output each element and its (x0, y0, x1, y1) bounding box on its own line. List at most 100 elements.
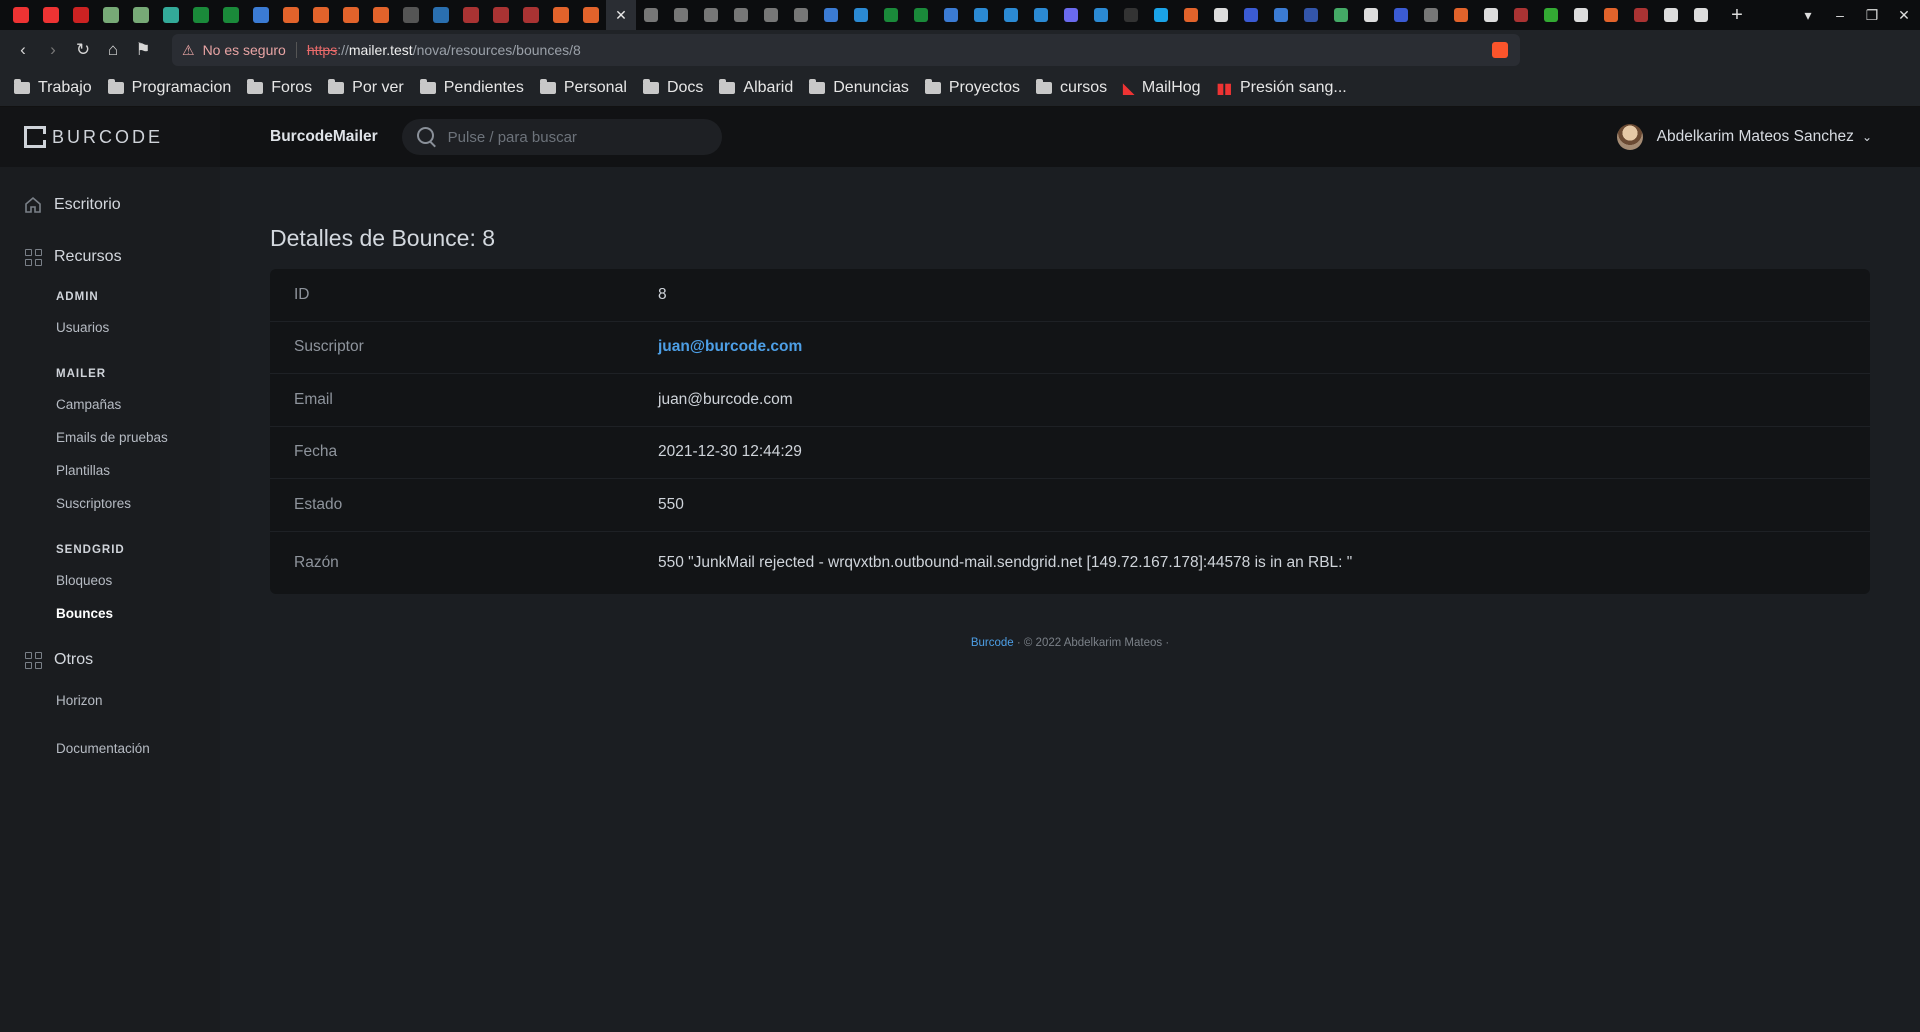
tab-favicon[interactable] (456, 0, 486, 30)
tab-favicon[interactable] (996, 0, 1026, 30)
tab-favicon[interactable] (66, 0, 96, 30)
tab-favicon[interactable] (1026, 0, 1056, 30)
home-icon[interactable]: ⌂ (98, 40, 128, 60)
close-window-icon[interactable]: ✕ (1888, 7, 1920, 24)
bookmark-item[interactable]: Pendientes (419, 79, 524, 97)
sidebar-item-plantillas[interactable]: Plantillas (0, 454, 220, 487)
bookmark-item[interactable]: Por ver (328, 79, 404, 97)
not-secure-label[interactable]: No es seguro (203, 42, 286, 58)
tab-favicon[interactable] (816, 0, 846, 30)
bookmark-item[interactable]: Albarid (719, 79, 793, 97)
tab-favicon[interactable] (876, 0, 906, 30)
tab-search-icon[interactable]: ▾ (1792, 7, 1824, 24)
tab-favicon[interactable] (756, 0, 786, 30)
bookmark-item[interactable]: ▮▮ Presión sang... (1217, 79, 1347, 97)
bookmark-item[interactable]: Denuncias (809, 79, 909, 97)
tab-favicon[interactable] (156, 0, 186, 30)
new-tab-icon[interactable]: + (1722, 4, 1752, 27)
tab-favicon[interactable] (666, 0, 696, 30)
tab-favicon[interactable] (216, 0, 246, 30)
bookmark-item[interactable]: Programacion (107, 79, 231, 97)
tab-favicon[interactable] (1206, 0, 1236, 30)
tab-favicon[interactable] (246, 0, 276, 30)
tab-favicon[interactable] (516, 0, 546, 30)
tab-favicon[interactable] (1356, 0, 1386, 30)
tab-favicon[interactable] (1386, 0, 1416, 30)
tab-favicon[interactable] (1506, 0, 1536, 30)
tab-favicon[interactable] (1626, 0, 1656, 30)
bookmark-item[interactable]: ◣ MailHog (1123, 79, 1200, 97)
sidebar-item-emails-de-pruebas[interactable]: Emails de pruebas (0, 421, 220, 454)
back-icon[interactable]: ‹ (8, 40, 38, 60)
bookmark-item[interactable]: Foros (247, 79, 312, 97)
tab-favicon[interactable] (1176, 0, 1206, 30)
tab-favicon[interactable] (1326, 0, 1356, 30)
tab-favicon[interactable] (396, 0, 426, 30)
tab-favicon[interactable] (846, 0, 876, 30)
tab-favicon[interactable] (1416, 0, 1446, 30)
tab-favicon[interactable] (1056, 0, 1086, 30)
tab-favicon[interactable] (486, 0, 516, 30)
global-search[interactable] (401, 119, 722, 155)
tab-favicon[interactable] (276, 0, 306, 30)
sidebar-item-suscriptores[interactable]: Suscriptores (0, 487, 220, 520)
sidebar-item-recursos[interactable]: Recursos (0, 231, 220, 283)
sidebar-item-documentacion[interactable]: Documentación (0, 732, 220, 765)
user-menu[interactable]: Abdelkarim Mateos Sanchez ⌄ (1616, 107, 1872, 167)
warning-icon[interactable]: ⚠ (182, 42, 195, 59)
tab-favicon[interactable] (1146, 0, 1176, 30)
tab-favicon[interactable] (366, 0, 396, 30)
sidebar-item-bounces[interactable]: Bounces (0, 597, 220, 630)
search-input[interactable] (445, 127, 710, 147)
bookmark-icon[interactable]: ⚑ (128, 40, 158, 60)
sidebar-item-usuarios[interactable]: Usuarios (0, 311, 220, 344)
subscriber-link[interactable]: juan@burcode.com (658, 338, 802, 356)
tab-favicon[interactable] (426, 0, 456, 30)
sidebar-item-bloqueos[interactable]: Bloqueos (0, 564, 220, 597)
sidebar-item-otros[interactable]: Otros (0, 634, 220, 686)
tab-favicon[interactable] (306, 0, 336, 30)
tab-favicon[interactable] (546, 0, 576, 30)
tab-favicon[interactable] (1566, 0, 1596, 30)
restore-icon[interactable]: ❐ (1856, 7, 1888, 24)
sidebar-item-horizon[interactable]: Horizon (0, 686, 220, 722)
tab-favicon[interactable] (936, 0, 966, 30)
reload-icon[interactable]: ↻ (68, 40, 98, 60)
bookmark-item[interactable]: Personal (539, 79, 627, 97)
tab-favicon[interactable] (1686, 0, 1716, 30)
tab-favicon[interactable] (1536, 0, 1566, 30)
footer-link[interactable]: Burcode (971, 637, 1014, 649)
tab-favicon[interactable] (1476, 0, 1506, 30)
url-field[interactable]: ⚠ No es seguro https://mailer.test/nova/… (172, 34, 1520, 66)
tab-favicon[interactable] (636, 0, 666, 30)
bookmark-item[interactable]: Docs (642, 79, 703, 97)
tab-favicon[interactable] (1296, 0, 1326, 30)
forward-icon[interactable]: › (38, 40, 68, 60)
tab-favicon[interactable] (1656, 0, 1686, 30)
tab-favicon[interactable] (36, 0, 66, 30)
active-tab-close-icon[interactable]: ✕ (606, 0, 636, 30)
app-brand[interactable]: BurcodeMailer (270, 128, 378, 146)
tab-favicon[interactable] (726, 0, 756, 30)
sidebar-item-campa-as[interactable]: Campañas (0, 388, 220, 421)
tab-favicon[interactable] (906, 0, 936, 30)
tab-favicon[interactable] (1086, 0, 1116, 30)
sidebar-item-escritorio[interactable]: Escritorio (0, 179, 220, 231)
tab-favicon[interactable] (1446, 0, 1476, 30)
brave-shield-icon[interactable] (1492, 42, 1508, 58)
logo[interactable]: BURCODE (0, 107, 220, 167)
tab-favicon[interactable] (6, 0, 36, 30)
tab-favicon[interactable] (576, 0, 606, 30)
tab-favicon[interactable] (966, 0, 996, 30)
tab-favicon[interactable] (1266, 0, 1296, 30)
tab-favicon[interactable] (1236, 0, 1266, 30)
tab-favicon[interactable] (696, 0, 726, 30)
tab-favicon[interactable] (1596, 0, 1626, 30)
bookmark-item[interactable]: cursos (1035, 79, 1107, 97)
bookmark-item[interactable]: Trabajo (14, 79, 92, 97)
tab-favicon[interactable] (786, 0, 816, 30)
minimize-icon[interactable]: – (1824, 7, 1856, 23)
tab-favicon[interactable] (1116, 0, 1146, 30)
tab-favicon[interactable] (96, 0, 126, 30)
tab-favicon[interactable] (186, 0, 216, 30)
